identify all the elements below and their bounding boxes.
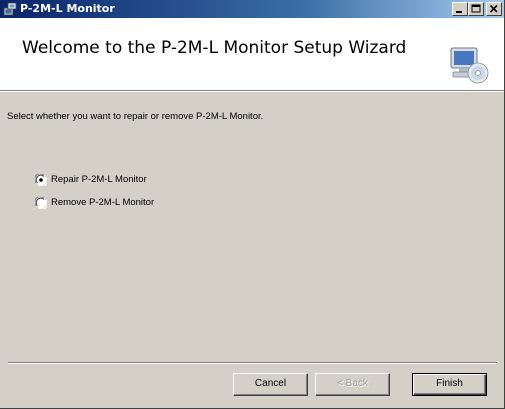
cancel-button[interactable]: Cancel: [233, 373, 308, 396]
banner-divider-highlight: [0, 91, 504, 92]
radio-unselected-icon[interactable]: [35, 197, 47, 209]
remove-option-label[interactable]: Remove P-2M-L Monitor: [51, 197, 154, 209]
back-button[interactable]: < Back: [315, 373, 390, 396]
instruction-text: Select whether you want to repair or rem…: [7, 111, 264, 122]
footer-divider-highlight: [8, 363, 497, 364]
wizard-banner: Welcome to the P-2M-L Monitor Setup Wiza…: [0, 18, 504, 90]
banner-title: Welcome to the P-2M-L Monitor Setup Wiza…: [22, 38, 407, 58]
maximize-icon: [471, 4, 481, 13]
window-title: P-2M-L Monitor: [20, 2, 115, 15]
close-button[interactable]: [486, 2, 502, 16]
installer-icon: [3, 2, 17, 16]
finish-button[interactable]: Finish: [412, 373, 487, 396]
minimize-icon: [456, 11, 462, 13]
computer-cd-icon: [450, 47, 489, 84]
maximize-button[interactable]: [468, 2, 484, 16]
repair-option-label[interactable]: Repair P-2M-L Monitor: [51, 174, 147, 186]
radio-selected-icon[interactable]: [35, 174, 47, 186]
minimize-button[interactable]: [452, 2, 468, 16]
close-icon: [489, 4, 498, 13]
title-bar[interactable]: P-2M-L Monitor: [0, 0, 504, 18]
setup-wizard-window: P-2M-L Monitor Welcome to the P-2M-L Mon…: [0, 0, 505, 409]
